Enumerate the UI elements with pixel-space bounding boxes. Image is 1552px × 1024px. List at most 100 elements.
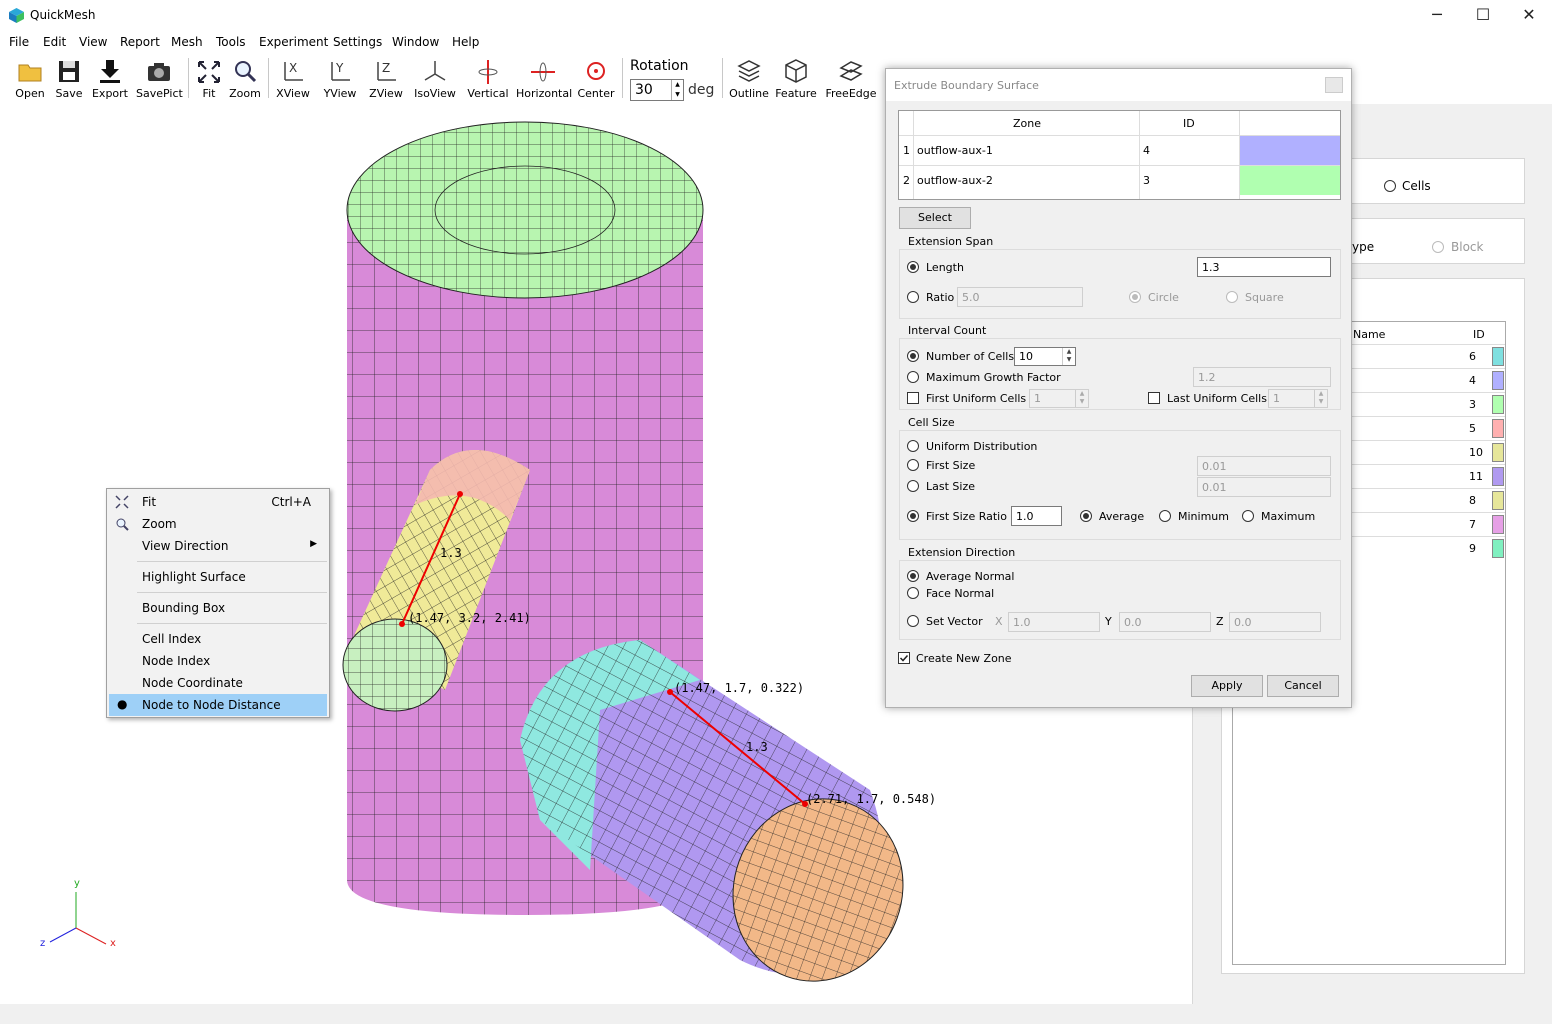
menu-mesh[interactable]: Mesh [171, 35, 203, 49]
feature-button[interactable]: Feature [774, 56, 818, 102]
uniform-distribution-radio[interactable] [907, 440, 919, 452]
col-id-header: ID [1473, 328, 1485, 341]
zview-button[interactable]: Z ZView [366, 56, 406, 102]
max-growth-input[interactable]: 1.2 [1193, 367, 1331, 387]
num-cells-radio[interactable] [907, 350, 919, 362]
maximum-radio[interactable] [1242, 510, 1254, 522]
ctx-node-coordinate[interactable]: Node Coordinate [109, 672, 327, 694]
zone-list-row-id: 3 [1469, 398, 1476, 411]
freeedge-button[interactable]: FreeEdge [824, 56, 878, 102]
ratio-input[interactable]: 5.0 [957, 287, 1083, 307]
rotation-spin-arrows[interactable]: ▲ ▼ [671, 80, 683, 100]
yview-button[interactable]: Y YView [320, 56, 360, 102]
export-button[interactable]: Export [90, 56, 130, 102]
minimum-radio[interactable] [1159, 510, 1171, 522]
face-normal-label: Face Normal [926, 587, 995, 600]
first-size-ratio-radio[interactable] [907, 510, 919, 522]
save-button[interactable]: Save [52, 56, 86, 102]
select-button[interactable]: Select [899, 207, 971, 229]
savepict-label: SavePict [136, 87, 183, 100]
dialog-close-button[interactable] [1325, 77, 1343, 93]
last-uniform-checkbox[interactable] [1148, 392, 1160, 404]
ctx-bounding-box[interactable]: Bounding Box [109, 597, 327, 619]
export-label: Export [91, 87, 128, 100]
first-size-input[interactable]: 0.01 [1197, 456, 1331, 476]
circle-radio[interactable] [1129, 291, 1141, 303]
first-size-ratio-input[interactable]: 1.0 [1011, 506, 1062, 526]
fit-button[interactable]: Fit [194, 56, 224, 102]
ratio-radio[interactable] [907, 291, 919, 303]
axes-triad [49, 892, 107, 945]
menu-edit[interactable]: Edit [43, 35, 66, 49]
last-uniform-input[interactable]: 1 ▲ ▼ [1268, 389, 1328, 408]
cells-radio[interactable] [1384, 180, 1396, 192]
last-size-input[interactable]: 0.01 [1197, 477, 1331, 497]
set-vector-radio[interactable] [907, 615, 919, 627]
open-button[interactable]: Open [12, 56, 48, 102]
vertical-button[interactable]: Vertical [466, 56, 510, 102]
menu-separator [137, 592, 327, 593]
first-uniform-checkbox[interactable] [907, 392, 919, 404]
outline-button[interactable]: Outline [728, 56, 770, 102]
menu-help[interactable]: Help [452, 35, 479, 49]
zone-list-row-id: 9 [1469, 542, 1476, 555]
average-normal-radio[interactable] [907, 570, 919, 582]
length-input[interactable]: 1.3 [1197, 257, 1331, 277]
zoom-button[interactable]: Zoom [228, 56, 262, 102]
rotation-spinbox[interactable]: 30 ▲ ▼ [630, 79, 684, 101]
block-radio[interactable] [1432, 241, 1444, 253]
menu-report[interactable]: Report [120, 35, 160, 49]
ctx-highlight-surface[interactable]: Highlight Surface [109, 566, 327, 588]
max-growth-radio[interactable] [907, 371, 919, 383]
ctx-fit[interactable]: Fit Ctrl+A [109, 491, 327, 513]
first-uniform-input[interactable]: 1 ▲ ▼ [1029, 389, 1089, 408]
menu-view[interactable]: View [79, 35, 107, 49]
ctx-cell-index-label: Cell Index [142, 632, 202, 646]
average-label: Average [1099, 510, 1145, 523]
open-label: Open [15, 87, 45, 100]
close-button[interactable]: ✕ [1506, 4, 1552, 28]
maximize-button[interactable]: ☐ [1460, 4, 1506, 28]
ctx-node-index[interactable]: Node Index [109, 650, 327, 672]
folder-icon [18, 64, 42, 82]
zone-row-name[interactable]: outflow-aux-2 [917, 174, 993, 187]
apply-button[interactable]: Apply [1191, 675, 1263, 697]
last-size-radio[interactable] [907, 480, 919, 492]
first-size-radio[interactable] [907, 459, 919, 471]
create-zone-checkbox[interactable] [898, 652, 910, 664]
toolbar-separator [188, 58, 189, 98]
horizontal-button[interactable]: Horizontal [516, 56, 572, 102]
length-radio[interactable] [907, 261, 919, 273]
ctx-view-direction[interactable]: View Direction ▶ [109, 535, 327, 557]
zone-row-name[interactable]: outflow-aux-1 [917, 144, 993, 157]
first-uniform-spin-arrows[interactable]: ▲ ▼ [1075, 390, 1088, 407]
vector-x-input[interactable]: 1.0 [1008, 612, 1100, 632]
menu-window[interactable]: Window [392, 35, 439, 49]
num-cells-input[interactable]: 10 ▲ ▼ [1014, 347, 1076, 366]
checkmark-icon [899, 654, 909, 662]
num-cells-value: 10 [1019, 350, 1033, 363]
ctx-node-to-node-distance[interactable]: ● Node to Node Distance [109, 694, 327, 716]
cancel-button[interactable]: Cancel [1267, 675, 1339, 697]
menu-experiment[interactable]: Experiment [259, 35, 328, 49]
menu-file[interactable]: File [9, 35, 29, 49]
square-radio[interactable] [1226, 291, 1238, 303]
vector-y-input[interactable]: 0.0 [1119, 612, 1211, 632]
last-uniform-spin-arrows[interactable]: ▲ ▼ [1314, 390, 1327, 407]
axis-x-label: x [110, 938, 116, 949]
menu-settings[interactable]: Settings [333, 35, 382, 49]
menu-tools[interactable]: Tools [216, 35, 246, 49]
isoview-button[interactable]: IsoView [412, 56, 458, 102]
minimize-button[interactable]: ─ [1414, 4, 1460, 28]
ctx-zoom[interactable]: Zoom [109, 513, 327, 535]
xview-button[interactable]: X XView [274, 56, 312, 102]
feature-cube-icon [785, 59, 807, 83]
vector-z-input[interactable]: 0.0 [1229, 612, 1321, 632]
face-normal-radio[interactable] [907, 587, 919, 599]
center-button[interactable]: Center [576, 56, 616, 102]
app-window: QuickMesh ─ ☐ ✕ File Edit View Report Me… [0, 0, 1552, 1024]
num-cells-spin-arrows[interactable]: ▲ ▼ [1062, 348, 1075, 365]
savepict-button[interactable]: SavePict [136, 56, 183, 102]
ctx-cell-index[interactable]: Cell Index [109, 628, 327, 650]
average-radio[interactable] [1080, 510, 1092, 522]
